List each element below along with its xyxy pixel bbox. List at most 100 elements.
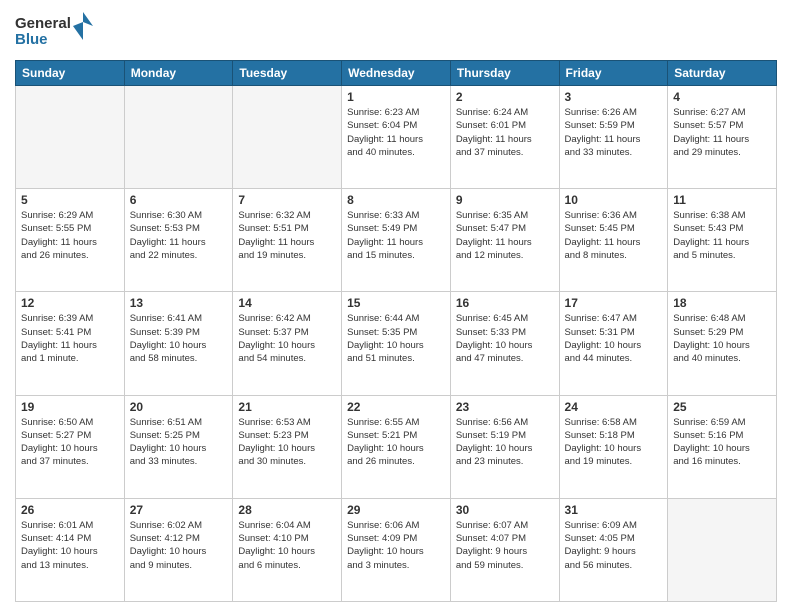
day-cell: 15 Sunrise: 6:44 AM Sunset: 5:35 PM Dayli… bbox=[342, 292, 451, 395]
day-cell: 18 Sunrise: 6:48 AM Sunset: 5:29 PM Dayli… bbox=[668, 292, 777, 395]
day-info: Sunrise: 6:48 AM Sunset: 5:29 PM Dayligh… bbox=[673, 312, 771, 365]
day-info: Sunrise: 6:07 AM Sunset: 4:07 PM Dayligh… bbox=[456, 519, 554, 572]
day-number: 17 bbox=[565, 296, 663, 310]
day-number: 20 bbox=[130, 400, 228, 414]
day-cell: 25 Sunrise: 6:59 AM Sunset: 5:16 PM Dayli… bbox=[668, 395, 777, 498]
day-cell: 17 Sunrise: 6:47 AM Sunset: 5:31 PM Dayli… bbox=[559, 292, 668, 395]
week-row-2: 5Sunrise: 6:29 AM Sunset: 5:55 PM Daylig… bbox=[16, 189, 777, 292]
page: General Blue SundayMondayTuesdayWednesda… bbox=[0, 0, 792, 612]
day-info: Sunrise: 6:29 AM Sunset: 5:55 PM Dayligh… bbox=[21, 209, 119, 262]
day-number: 22 bbox=[347, 400, 445, 414]
day-info: Sunrise: 6:33 AM Sunset: 5:49 PM Dayligh… bbox=[347, 209, 445, 262]
weekday-header-saturday: Saturday bbox=[668, 61, 777, 86]
day-cell: 16 Sunrise: 6:45 AM Sunset: 5:33 PM Dayli… bbox=[450, 292, 559, 395]
day-cell: 2Sunrise: 6:24 AM Sunset: 6:01 PM Daylig… bbox=[450, 86, 559, 189]
day-number: 30 bbox=[456, 503, 554, 517]
day-cell: 31 Sunrise: 6:09 AM Sunset: 4:05 PM Dayli… bbox=[559, 498, 668, 601]
day-cell: 11 Sunrise: 6:38 AM Sunset: 5:43 PM Dayli… bbox=[668, 189, 777, 292]
day-info: Sunrise: 6:50 AM Sunset: 5:27 PM Dayligh… bbox=[21, 416, 119, 469]
day-cell: 22Sunrise: 6:55 AM Sunset: 5:21 PM Dayli… bbox=[342, 395, 451, 498]
day-info: Sunrise: 6:06 AM Sunset: 4:09 PM Dayligh… bbox=[347, 519, 445, 572]
day-number: 2 bbox=[456, 90, 554, 104]
day-cell: 29Sunrise: 6:06 AM Sunset: 4:09 PM Dayli… bbox=[342, 498, 451, 601]
week-row-5: 26 Sunrise: 6:01 AM Sunset: 4:14 PM Dayli… bbox=[16, 498, 777, 601]
day-cell bbox=[124, 86, 233, 189]
day-cell: 20 Sunrise: 6:51 AM Sunset: 5:25 PM Dayli… bbox=[124, 395, 233, 498]
weekday-header-row: SundayMondayTuesdayWednesdayThursdayFrid… bbox=[16, 61, 777, 86]
week-row-1: 1Sunrise: 6:23 AM Sunset: 6:04 PM Daylig… bbox=[16, 86, 777, 189]
weekday-header-sunday: Sunday bbox=[16, 61, 125, 86]
day-cell: 10Sunrise: 6:36 AM Sunset: 5:45 PM Dayli… bbox=[559, 189, 668, 292]
day-cell: 14 Sunrise: 6:42 AM Sunset: 5:37 PM Dayli… bbox=[233, 292, 342, 395]
day-cell bbox=[668, 498, 777, 601]
day-number: 23 bbox=[456, 400, 554, 414]
day-number: 15 bbox=[347, 296, 445, 310]
header: General Blue bbox=[15, 10, 777, 52]
day-cell: 26 Sunrise: 6:01 AM Sunset: 4:14 PM Dayli… bbox=[16, 498, 125, 601]
day-cell: 13Sunrise: 6:41 AM Sunset: 5:39 PM Dayli… bbox=[124, 292, 233, 395]
day-cell: 4 Sunrise: 6:27 AM Sunset: 5:57 PM Daylig… bbox=[668, 86, 777, 189]
svg-text:Blue: Blue bbox=[15, 31, 48, 48]
day-number: 26 bbox=[21, 503, 119, 517]
day-number: 4 bbox=[673, 90, 771, 104]
day-info: Sunrise: 6:59 AM Sunset: 5:16 PM Dayligh… bbox=[673, 416, 771, 469]
day-info: Sunrise: 6:53 AM Sunset: 5:23 PM Dayligh… bbox=[238, 416, 336, 469]
logo: General Blue bbox=[15, 10, 95, 52]
weekday-header-monday: Monday bbox=[124, 61, 233, 86]
day-cell: 23 Sunrise: 6:56 AM Sunset: 5:19 PM Dayli… bbox=[450, 395, 559, 498]
day-info: Sunrise: 6:32 AM Sunset: 5:51 PM Dayligh… bbox=[238, 209, 336, 262]
day-info: Sunrise: 6:01 AM Sunset: 4:14 PM Dayligh… bbox=[21, 519, 119, 572]
day-number: 31 bbox=[565, 503, 663, 517]
day-cell: 19Sunrise: 6:50 AM Sunset: 5:27 PM Dayli… bbox=[16, 395, 125, 498]
day-info: Sunrise: 6:30 AM Sunset: 5:53 PM Dayligh… bbox=[130, 209, 228, 262]
weekday-header-thursday: Thursday bbox=[450, 61, 559, 86]
day-cell: 24 Sunrise: 6:58 AM Sunset: 5:18 PM Dayli… bbox=[559, 395, 668, 498]
day-info: Sunrise: 6:45 AM Sunset: 5:33 PM Dayligh… bbox=[456, 312, 554, 365]
day-cell: 27 Sunrise: 6:02 AM Sunset: 4:12 PM Dayli… bbox=[124, 498, 233, 601]
day-cell bbox=[16, 86, 125, 189]
day-cell bbox=[233, 86, 342, 189]
day-info: Sunrise: 6:42 AM Sunset: 5:37 PM Dayligh… bbox=[238, 312, 336, 365]
day-info: Sunrise: 6:04 AM Sunset: 4:10 PM Dayligh… bbox=[238, 519, 336, 572]
logo-svg: General Blue bbox=[15, 10, 95, 52]
day-cell: 9Sunrise: 6:35 AM Sunset: 5:47 PM Daylig… bbox=[450, 189, 559, 292]
day-cell: 28Sunrise: 6:04 AM Sunset: 4:10 PM Dayli… bbox=[233, 498, 342, 601]
day-info: Sunrise: 6:51 AM Sunset: 5:25 PM Dayligh… bbox=[130, 416, 228, 469]
day-number: 1 bbox=[347, 90, 445, 104]
day-info: Sunrise: 6:47 AM Sunset: 5:31 PM Dayligh… bbox=[565, 312, 663, 365]
day-cell: 6Sunrise: 6:30 AM Sunset: 5:53 PM Daylig… bbox=[124, 189, 233, 292]
day-info: Sunrise: 6:36 AM Sunset: 5:45 PM Dayligh… bbox=[565, 209, 663, 262]
day-number: 14 bbox=[238, 296, 336, 310]
day-cell: 8 Sunrise: 6:33 AM Sunset: 5:49 PM Daylig… bbox=[342, 189, 451, 292]
day-info: Sunrise: 6:27 AM Sunset: 5:57 PM Dayligh… bbox=[673, 106, 771, 159]
calendar-table: SundayMondayTuesdayWednesdayThursdayFrid… bbox=[15, 60, 777, 602]
day-number: 11 bbox=[673, 193, 771, 207]
day-cell: 21 Sunrise: 6:53 AM Sunset: 5:23 PM Dayli… bbox=[233, 395, 342, 498]
day-cell: 12Sunrise: 6:39 AM Sunset: 5:41 PM Dayli… bbox=[16, 292, 125, 395]
day-number: 27 bbox=[130, 503, 228, 517]
day-cell: 5Sunrise: 6:29 AM Sunset: 5:55 PM Daylig… bbox=[16, 189, 125, 292]
weekday-header-friday: Friday bbox=[559, 61, 668, 86]
day-info: Sunrise: 6:38 AM Sunset: 5:43 PM Dayligh… bbox=[673, 209, 771, 262]
day-info: Sunrise: 6:09 AM Sunset: 4:05 PM Dayligh… bbox=[565, 519, 663, 572]
day-info: Sunrise: 6:56 AM Sunset: 5:19 PM Dayligh… bbox=[456, 416, 554, 469]
day-cell: 7Sunrise: 6:32 AM Sunset: 5:51 PM Daylig… bbox=[233, 189, 342, 292]
day-info: Sunrise: 6:02 AM Sunset: 4:12 PM Dayligh… bbox=[130, 519, 228, 572]
day-info: Sunrise: 6:58 AM Sunset: 5:18 PM Dayligh… bbox=[565, 416, 663, 469]
weekday-header-wednesday: Wednesday bbox=[342, 61, 451, 86]
day-number: 21 bbox=[238, 400, 336, 414]
weekday-header-tuesday: Tuesday bbox=[233, 61, 342, 86]
day-number: 18 bbox=[673, 296, 771, 310]
day-number: 16 bbox=[456, 296, 554, 310]
day-info: Sunrise: 6:41 AM Sunset: 5:39 PM Dayligh… bbox=[130, 312, 228, 365]
day-cell: 30 Sunrise: 6:07 AM Sunset: 4:07 PM Dayli… bbox=[450, 498, 559, 601]
day-cell: 3Sunrise: 6:26 AM Sunset: 5:59 PM Daylig… bbox=[559, 86, 668, 189]
day-number: 3 bbox=[565, 90, 663, 104]
week-row-4: 19Sunrise: 6:50 AM Sunset: 5:27 PM Dayli… bbox=[16, 395, 777, 498]
day-number: 24 bbox=[565, 400, 663, 414]
day-info: Sunrise: 6:44 AM Sunset: 5:35 PM Dayligh… bbox=[347, 312, 445, 365]
svg-text:General: General bbox=[15, 15, 71, 32]
day-number: 25 bbox=[673, 400, 771, 414]
day-number: 8 bbox=[347, 193, 445, 207]
day-cell: 1Sunrise: 6:23 AM Sunset: 6:04 PM Daylig… bbox=[342, 86, 451, 189]
